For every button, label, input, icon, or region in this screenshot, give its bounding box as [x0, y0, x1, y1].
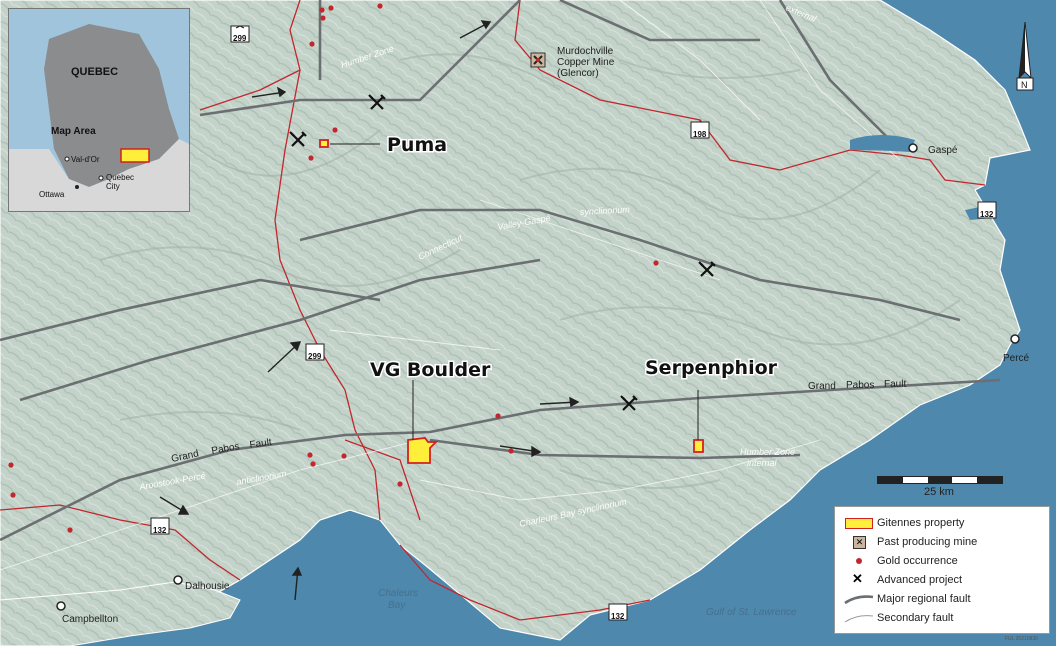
chaleurs-label-1: Chaleurs: [378, 588, 418, 599]
highway-label-132-west: 132: [153, 526, 167, 535]
murdochville-label-1: Murdochville: [557, 46, 614, 57]
legend-row-gold: Gold occurrence: [843, 553, 958, 569]
puma-property[interactable]: [319, 139, 329, 148]
map-credit: FUL 20210830: [1005, 636, 1038, 642]
inset-quebec-city-label-1: Quebec: [106, 173, 134, 182]
serpenphior-property[interactable]: [693, 439, 704, 453]
legend-row-major-fault: Major regional fault: [843, 591, 971, 607]
inset-quebec-city-label-2: City: [106, 182, 120, 191]
humber-internal-label-1: Humber Zone: [740, 447, 795, 457]
grand-pabos-east-1: Grand: [808, 381, 836, 392]
humber-internal-label-2: internal: [747, 458, 778, 468]
puma-label: Puma: [387, 134, 447, 156]
inset-svg: QUEBEC Map Area Val-d'Or Quebec City Ott…: [9, 24, 189, 211]
property-icon: [843, 516, 877, 530]
legend-row-advanced: ✕ Advanced project: [843, 572, 962, 588]
mine-icon: ✕: [843, 535, 877, 549]
highway-label-299-south: 299: [308, 352, 322, 361]
legend-label-gold: Gold occurrence: [877, 555, 958, 567]
scale-bar: 25 km: [877, 476, 1003, 504]
inset-map-area-label: Map Area: [51, 126, 96, 137]
inset-valdor-label: Val-d'Or: [71, 155, 100, 164]
secondary-fault-icon: [843, 611, 877, 625]
past-producing-mine-icon: [530, 52, 546, 68]
perce-label: Percé: [1003, 353, 1030, 364]
legend-row-mine: ✕ Past producing mine: [843, 534, 977, 550]
inset-map-area-box: [120, 148, 150, 163]
dalhousie-label: Dalhousie: [185, 581, 230, 592]
gaspe-label: Gaspé: [928, 145, 958, 156]
crossed-hammers-icon: ✕: [852, 571, 863, 586]
legend-row-property: Gitennes property: [843, 515, 964, 531]
campbellton-label: Campbellton: [62, 614, 118, 625]
murdochville-label-2: Copper Mine: [557, 57, 615, 68]
grand-pabos-east-3: Fault: [884, 379, 906, 390]
legend-label-property: Gitennes property: [877, 517, 965, 529]
inset-quebec-label: QUEBEC: [71, 66, 118, 78]
vg-boulder-label: VG Boulder: [370, 359, 491, 381]
north-arrow: N: [1013, 20, 1037, 92]
chaleurs-label-2: Bay: [388, 600, 406, 611]
scale-label: 25 km: [924, 486, 954, 498]
murdochville-label-3: (Glencor): [557, 68, 599, 79]
legend: Gitennes property ✕ Past producing mine …: [834, 506, 1050, 634]
highway-label-132-south: 132: [611, 612, 625, 621]
highway-label-299-north: 299: [233, 34, 247, 43]
legend-label-mine: Past producing mine: [877, 536, 978, 548]
legend-label-secondary-fault: Secondary fault: [877, 612, 954, 624]
major-fault-icon: [843, 592, 877, 606]
north-label: N: [1021, 80, 1028, 90]
highway-label-132-east: 132: [980, 210, 994, 219]
inset-map: QUEBEC Map Area Val-d'Or Quebec City Ott…: [8, 8, 190, 212]
inset-ottawa-label: Ottawa: [39, 190, 65, 199]
gold-dot-icon: [843, 554, 877, 568]
serpenphior-label: Serpenphior: [645, 357, 778, 379]
legend-label-major-fault: Major regional fault: [877, 593, 971, 605]
gulf-label: Gulf of St. Lawrence: [706, 607, 797, 618]
legend-label-advanced: Advanced project: [877, 574, 962, 586]
legend-row-secondary-fault: Secondary fault: [843, 610, 953, 626]
grand-pabos-east-2: Pabos: [846, 380, 874, 391]
highway-label-198: 198: [693, 130, 707, 139]
